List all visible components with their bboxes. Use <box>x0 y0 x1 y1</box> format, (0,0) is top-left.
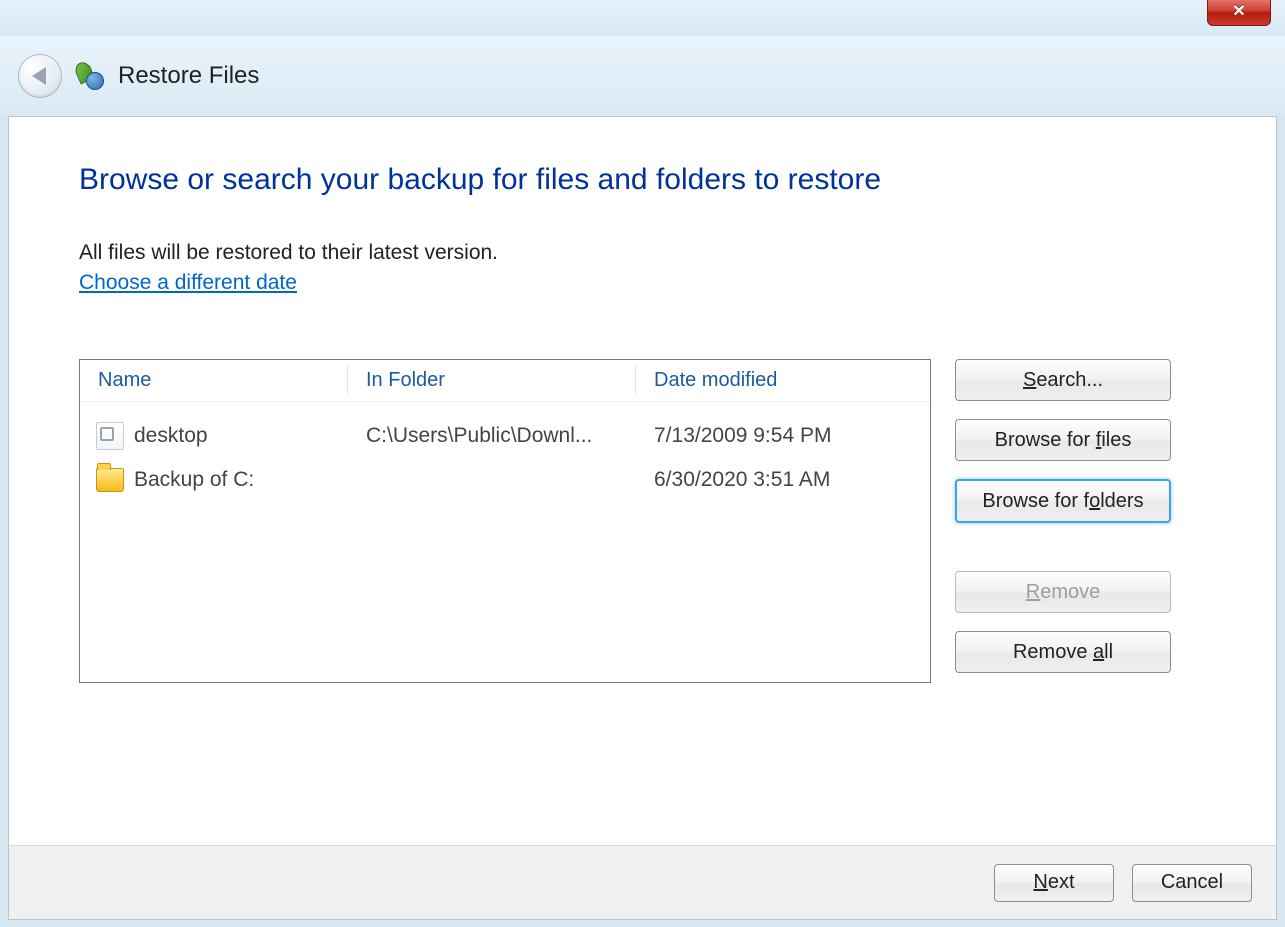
cell-in-folder: C:\Users\Public\Downl... <box>348 424 636 448</box>
search-button[interactable]: Search... <box>955 359 1171 401</box>
page-heading: Browse or search your backup for files a… <box>79 163 1206 197</box>
back-arrow-icon <box>32 67 46 85</box>
column-header-name[interactable]: Name <box>80 360 348 401</box>
browse-for-files-button[interactable]: Browse for files <box>955 419 1171 461</box>
content-area: Browse or search your backup for files a… <box>8 116 1277 920</box>
file-list[interactable]: Name In Folder Date modified desktop C:\U… <box>79 359 931 683</box>
choose-date-link[interactable]: Choose a different date <box>79 271 297 295</box>
wizard-footer: Next Cancel <box>9 845 1276 919</box>
titlebar: ✕ <box>0 0 1285 36</box>
cancel-button[interactable]: Cancel <box>1132 864 1252 902</box>
column-header-in-folder[interactable]: In Folder <box>348 360 636 401</box>
column-header-row: Name In Folder Date modified <box>80 360 930 402</box>
remove-button: Remove <box>955 571 1171 613</box>
page-subtext: All files will be restored to their late… <box>79 241 1206 265</box>
side-button-stack: Search... Browse for files Browse for fo… <box>955 359 1171 683</box>
cell-date-modified: 6/30/2020 3:51 AM <box>636 468 930 492</box>
file-icon <box>96 422 124 450</box>
next-button[interactable]: Next <box>994 864 1114 902</box>
cell-date-modified: 7/13/2009 9:54 PM <box>636 424 930 448</box>
cell-name: Backup of C: <box>80 468 348 492</box>
restore-files-icon <box>76 62 104 90</box>
list-item[interactable]: desktop C:\Users\Public\Downl...7/13/2009… <box>80 414 930 458</box>
window-title: Restore Files <box>118 62 259 90</box>
header-strip: Restore Files <box>0 36 1285 116</box>
browse-for-folders-button[interactable]: Browse for folders <box>955 479 1171 523</box>
file-name: Backup of C: <box>134 468 254 492</box>
column-header-date-modified[interactable]: Date modified <box>636 360 930 401</box>
back-button[interactable] <box>18 54 62 98</box>
folder-icon <box>96 468 124 492</box>
close-icon: ✕ <box>1232 4 1245 20</box>
list-item[interactable]: Backup of C: 6/30/2020 3:51 AM <box>80 458 930 502</box>
file-name: desktop <box>134 424 208 448</box>
close-button[interactable]: ✕ <box>1207 0 1271 26</box>
cell-name: desktop <box>80 422 348 450</box>
remove-all-button[interactable]: Remove all <box>955 631 1171 673</box>
